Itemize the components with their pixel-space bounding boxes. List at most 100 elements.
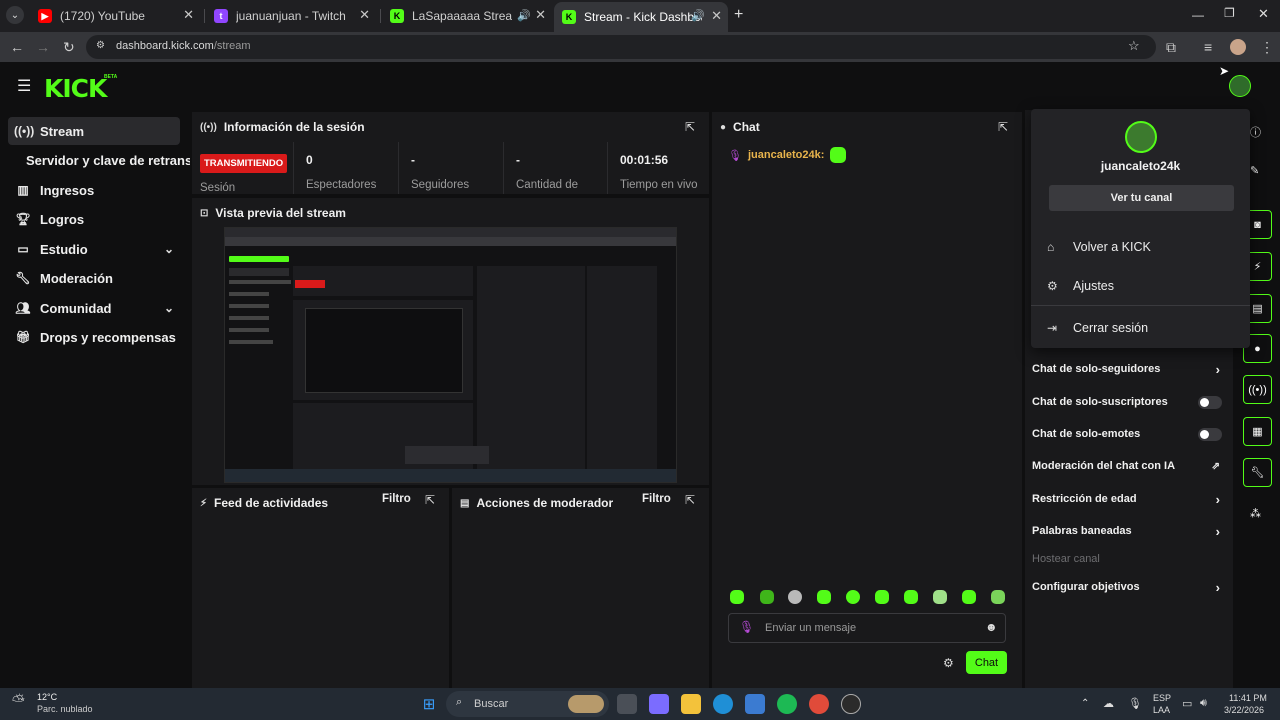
minimize-button[interactable]: — [1192,8,1204,22]
close-icon[interactable]: ✕ [183,7,194,23]
hamburger-menu-icon[interactable]: ☰ [17,76,31,96]
filter-button[interactable]: Filtro [642,493,671,505]
url-text[interactable]: dashboard.kick.com/stream [116,40,251,52]
copilot-icon[interactable] [649,694,669,714]
emote-icon[interactable] [760,590,774,604]
microphone-icon[interactable]: 🎙︎ [1128,697,1142,710]
sidebar-item-drops[interactable]: 🎁︎ Drops y recompensas [8,323,180,351]
option-emotes-only[interactable]: Chat de solo-emotes [1032,424,1224,444]
maximize-button[interactable]: ❐ [1224,6,1235,20]
new-tab-button[interactable]: + [734,6,743,24]
option-age-restriction[interactable]: Restricción de edad › [1032,489,1224,509]
sidebar-item-moderacion[interactable]: 🔧︎ Moderación [8,264,180,292]
menu-item-settings[interactable]: ⚙ Ajustes [1047,279,1114,293]
emote-icon[interactable] [875,590,889,604]
option-ai-moderation[interactable]: Moderación del chat con IA ⇗ [1032,456,1224,476]
emote-icon[interactable] [933,590,947,604]
option-goals[interactable]: Configurar objetivos › [1032,577,1224,597]
tray-chevron-icon[interactable]: ⌃ [1081,698,1089,709]
emote-icon[interactable] [904,590,918,604]
option-subscribers-only[interactable]: Chat de solo-suscriptores [1032,392,1224,412]
sidebar-subitem-server-key[interactable]: Servidor y clave de retransmisión [26,153,190,168]
chevron-down-icon[interactable]: ⌄ [164,301,174,315]
kick-logo[interactable]: KICK [44,74,107,103]
spotify-icon[interactable] [777,694,797,714]
site-info-icon[interactable]: ⚙ [96,40,105,51]
profile-avatar[interactable] [1230,39,1246,55]
close-icon[interactable]: ✕ [359,7,370,23]
user-avatar[interactable] [1229,75,1251,97]
emoji-icon[interactable]: ☻ [985,620,998,634]
clock-date[interactable]: 3/22/2026 [1224,705,1264,715]
chat-settings-icon[interactable]: ⚙ [943,656,954,670]
popout-icon[interactable]: ⇱ [685,120,695,134]
stream-preview-video[interactable] [224,227,677,483]
emote-icon[interactable] [991,590,1005,604]
panel-title: Chat [733,120,760,134]
tab-twitch[interactable]: t juanuanjuan - Twitch ✕ [206,4,376,28]
option-banned-words[interactable]: Palabras baneadas › [1032,521,1224,541]
quick-action-button[interactable]: ▦ [1243,417,1272,446]
weather-icon[interactable]: ⛅︎ [12,693,25,711]
youtube-icon: ▶ [38,9,52,23]
info-icon[interactable]: ⓘ [1250,124,1261,140]
bookmark-star-icon[interactable]: ☆ [1128,38,1140,54]
edit-icon[interactable]: ✎ [1250,164,1259,177]
chrome-icon[interactable] [809,694,829,714]
menu-item-logout[interactable]: ⇥ Cerrar sesión [1047,321,1148,335]
tab-youtube[interactable]: ▶ (1720) YouTube ✕ [30,4,200,28]
sidebar-item-stream[interactable]: ((•)) Stream [8,117,180,145]
popout-icon[interactable]: ⇱ [425,493,435,507]
emote-icon[interactable] [817,590,831,604]
sidebar-item-logros[interactable]: 🏆︎ Logros [8,205,180,233]
sidebar-item-estudio[interactable]: ▭ Estudio ⌄ [8,235,180,263]
tab-list-button[interactable]: ⌄ [6,6,24,24]
emote-icon[interactable] [788,590,802,604]
close-icon[interactable]: ✕ [535,7,546,23]
sidebar-item-ingresos[interactable]: ▥ Ingresos [8,176,180,204]
view-channel-button[interactable]: Ver tu canal [1049,185,1234,211]
task-view-icon[interactable] [617,694,637,714]
browser-menu-icon[interactable]: ⋮ [1260,39,1274,56]
quick-action-button[interactable]: 🔧︎ [1243,458,1272,487]
chat-username[interactable]: juancaleto24k: [748,149,824,161]
toggle-switch[interactable] [1198,396,1222,409]
popout-icon[interactable]: ⇱ [998,120,1008,134]
clock-time[interactable]: 11:41 PM [1229,693,1267,703]
popout-icon[interactable]: ⇱ [685,493,695,507]
media-control-icon[interactable]: ≡ [1204,39,1212,55]
shapes-icon[interactable]: ⁂ [1250,507,1261,520]
onedrive-icon[interactable]: ☁︎ [1103,697,1114,710]
chat-send-button[interactable]: Chat [966,651,1007,674]
taskbar-search[interactable]: ⌕ Buscar [446,691,609,717]
file-explorer-icon[interactable] [681,694,701,714]
store-icon[interactable] [745,694,765,714]
close-icon[interactable]: ✕ [711,8,722,24]
language-line2[interactable]: LAA [1153,705,1170,715]
volume-icon[interactable]: 🔊︎ [1200,697,1207,710]
emote-icon[interactable] [846,590,860,604]
language-line1[interactable]: ESP [1153,693,1171,703]
windows-start-icon[interactable]: ⊞ [419,694,439,714]
chat-input[interactable]: 🎙︎ Enviar un mensaje ☻ [728,613,1006,643]
emote-icon[interactable] [962,590,976,604]
reload-icon[interactable]: ↻ [63,39,75,56]
option-followers-only[interactable]: Chat de solo-seguidores › [1032,359,1224,379]
emote-icon[interactable] [730,590,744,604]
omnibox[interactable]: ⚙ dashboard.kick.com/stream ☆ [86,35,1156,59]
chevron-down-icon[interactable]: ⌄ [164,242,174,256]
tab-lasapaaaaa[interactable]: K LaSapaaaaa Stream - Watch 🔊 ✕ [382,4,552,28]
quick-action-button[interactable]: ((•)) [1243,375,1272,404]
sidebar-item-comunidad[interactable]: 👥︎ Comunidad ⌄ [8,294,180,322]
filter-button[interactable]: Filtro [382,493,411,505]
menu-item-back-to-kick[interactable]: ⌂ Volver a KICK [1047,240,1151,254]
tab-kick-dashboard[interactable]: K Stream - Kick Dashboard 🔊 ✕ [554,2,728,32]
close-window-button[interactable]: ✕ [1258,6,1269,22]
extensions-icon[interactable]: ⧉ [1166,39,1176,56]
forward-icon[interactable]: → [36,39,50,55]
obs-icon[interactable] [841,694,861,714]
edge-icon[interactable] [713,694,733,714]
network-icon[interactable]: ▭ [1182,697,1192,710]
toggle-switch[interactable] [1198,428,1222,441]
back-icon[interactable]: ← [10,39,24,55]
